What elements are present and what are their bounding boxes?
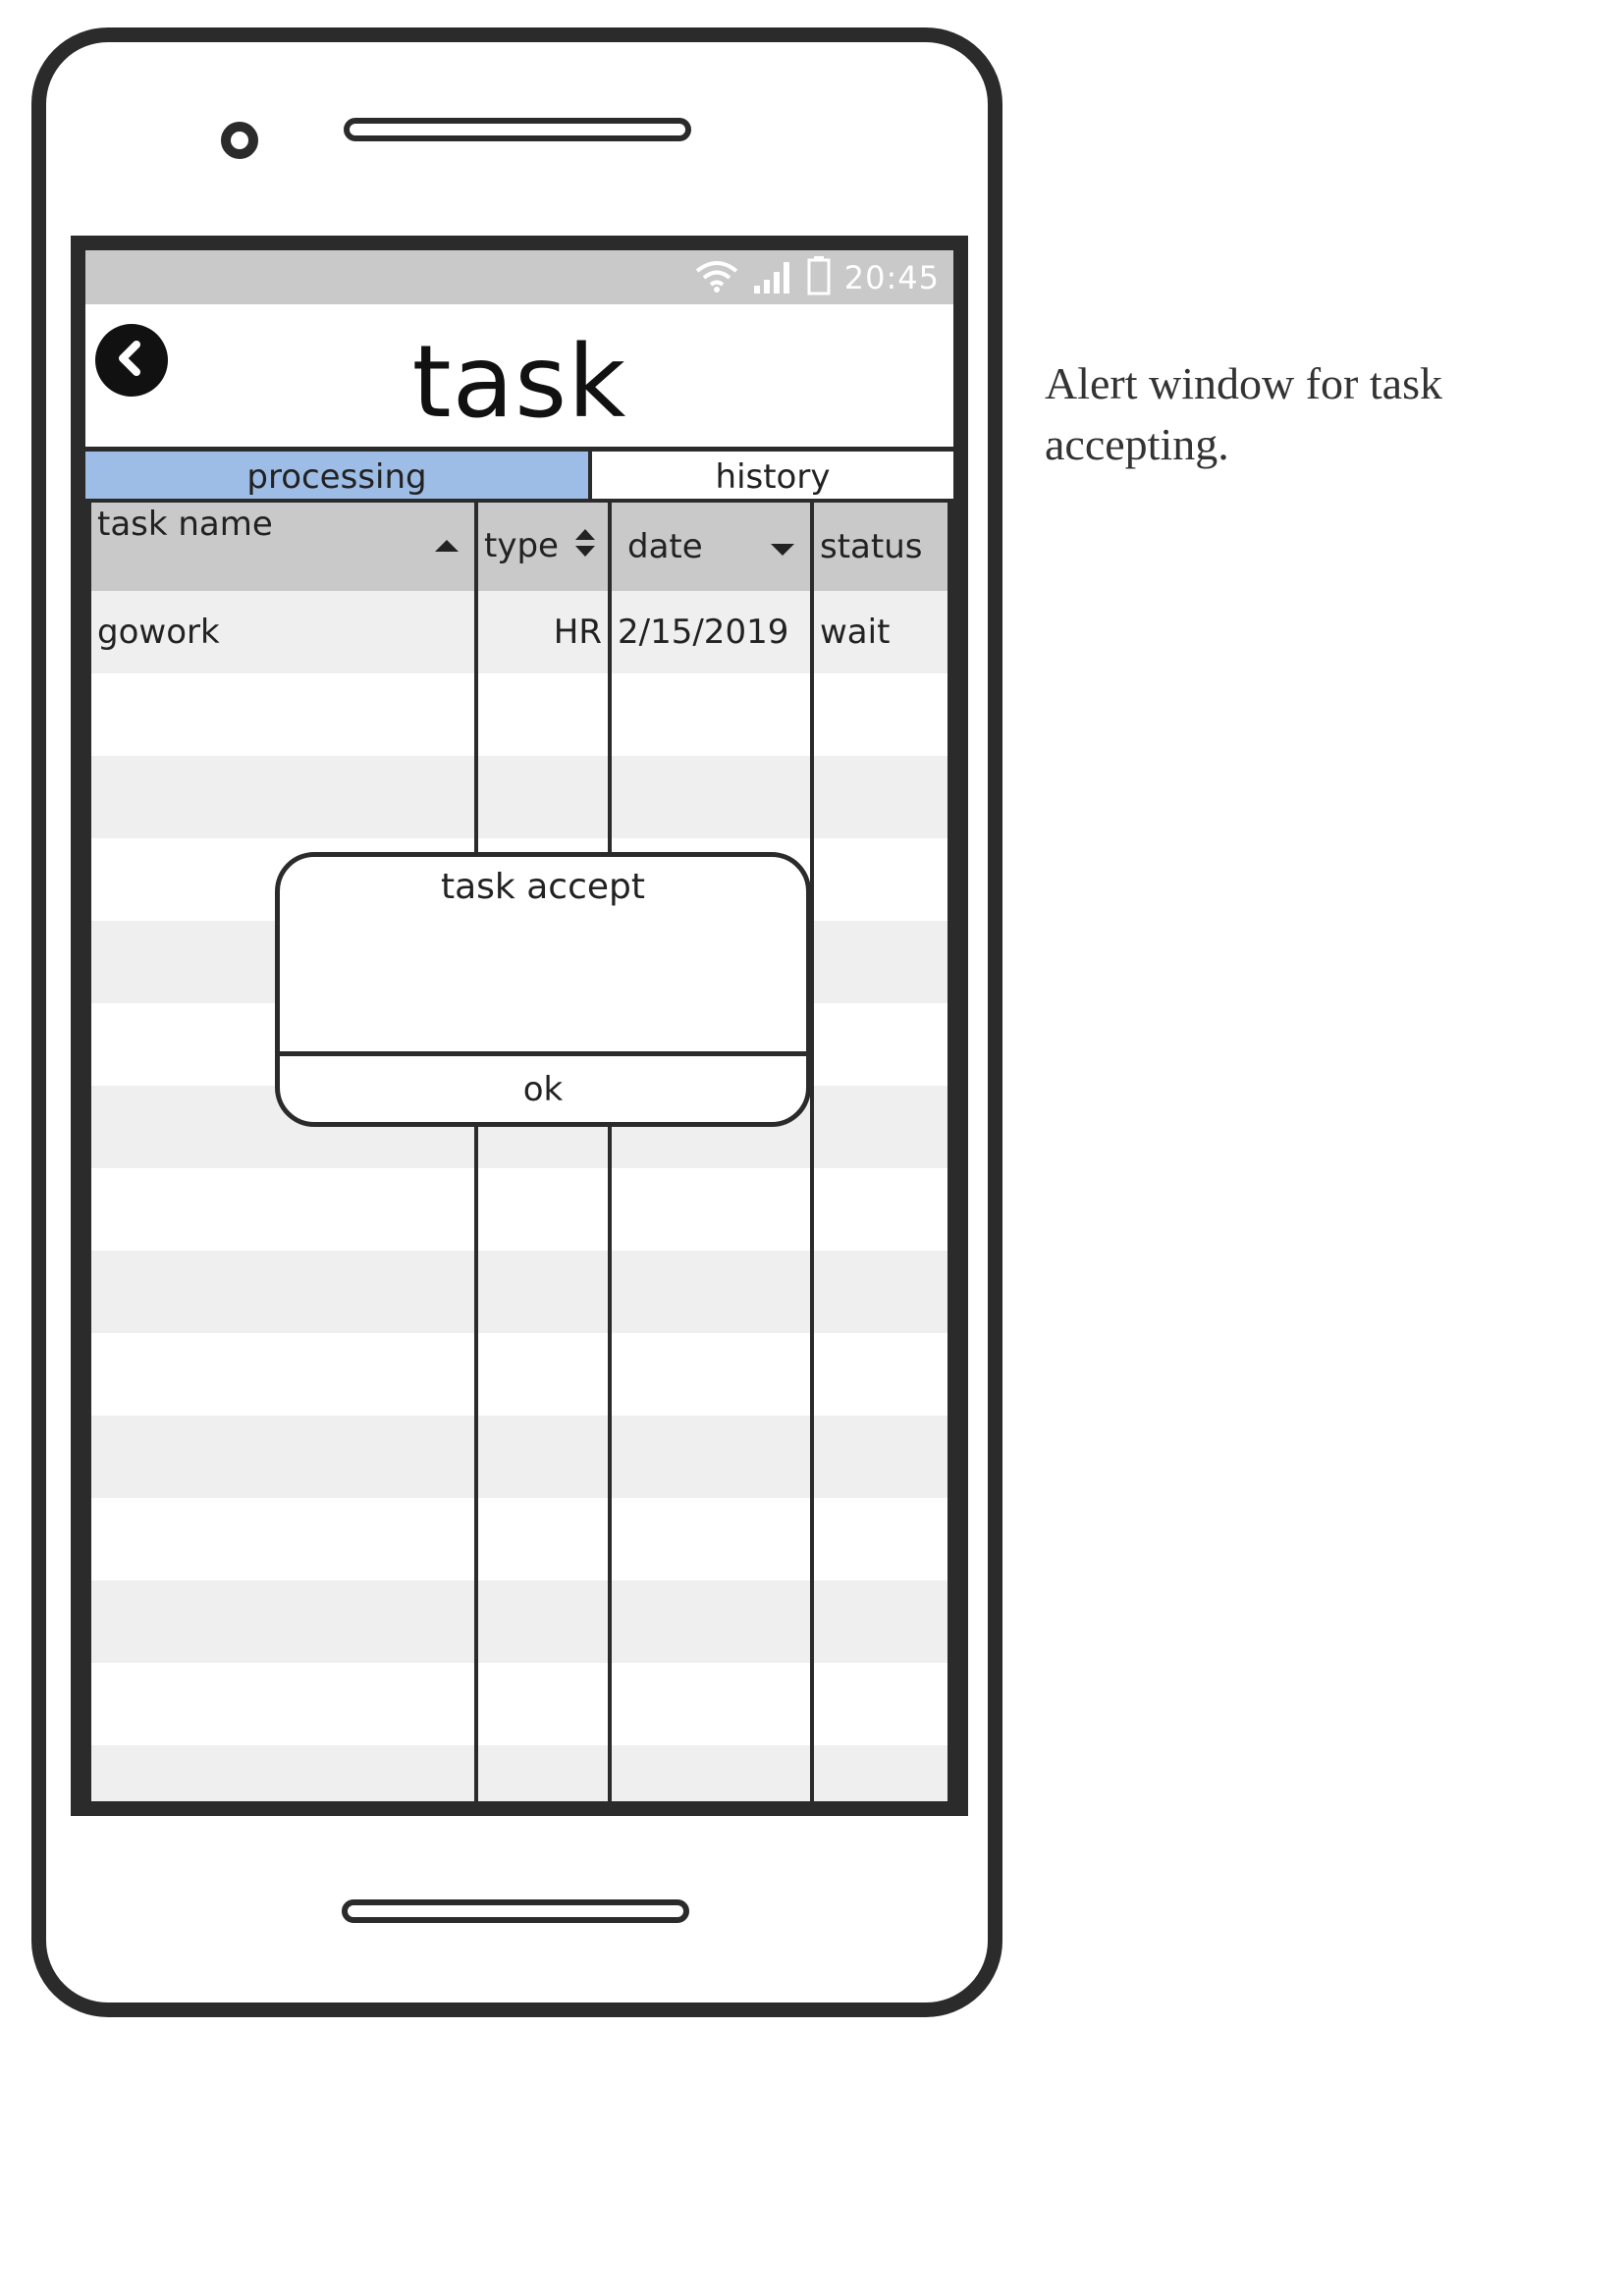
table-cell-empty <box>812 756 947 838</box>
table-cell-empty <box>812 1168 947 1251</box>
table-cell-empty <box>610 1168 814 1251</box>
table-cell-empty <box>812 1498 947 1580</box>
column-header-label: type <box>484 526 559 565</box>
table-cell-empty <box>476 1251 612 1333</box>
page-title: task <box>411 324 627 441</box>
signal-icon <box>752 258 793 297</box>
table-cell-empty <box>610 1580 814 1663</box>
table-cell-empty <box>812 1003 947 1086</box>
column-header-label: date <box>627 527 703 566</box>
cell-task-name: gowork <box>91 591 478 673</box>
table-cell-empty <box>812 921 947 1003</box>
tab-processing[interactable]: processing <box>85 452 592 503</box>
table-row-empty <box>91 1333 947 1415</box>
status-bar: 20:45 <box>85 250 953 304</box>
column-header-task-name[interactable]: task name <box>91 503 478 591</box>
tab-history[interactable]: history <box>592 452 953 503</box>
table-cell-empty <box>610 1415 814 1498</box>
table-cell-empty <box>476 1415 612 1498</box>
table-row-empty <box>91 1498 947 1580</box>
camera-icon <box>221 122 258 159</box>
table-cell-empty <box>610 1745 814 1801</box>
table-cell-empty <box>476 1745 612 1801</box>
table-row-empty <box>91 1745 947 1801</box>
table-cell-empty <box>476 1663 612 1745</box>
battery-icon <box>807 255 831 299</box>
table-cell-empty <box>812 838 947 921</box>
table-header-row: task name type date status <box>91 503 947 591</box>
cell-type: HR <box>476 591 612 673</box>
table-row-empty <box>91 1251 947 1333</box>
table-cell-empty <box>812 1745 947 1801</box>
table-row-empty <box>91 1663 947 1745</box>
cell-status: wait <box>812 591 947 673</box>
sort-ascending-icon <box>435 540 459 552</box>
table-cell-empty <box>610 756 814 838</box>
table-cell-empty <box>812 673 947 756</box>
table-row-empty <box>91 1415 947 1498</box>
table-cell-empty <box>91 1168 478 1251</box>
table-cell-empty <box>812 1251 947 1333</box>
table-cell-empty <box>610 1663 814 1745</box>
table-cell-empty <box>812 1333 947 1415</box>
table-cell-empty <box>610 1251 814 1333</box>
status-time: 20:45 <box>843 258 940 296</box>
column-header-date[interactable]: date <box>610 503 814 591</box>
table-row-empty <box>91 1580 947 1663</box>
table-cell-empty <box>91 673 478 756</box>
table-row[interactable]: gowork HR 2/15/2019 wait <box>91 591 947 673</box>
table-cell-empty <box>476 756 612 838</box>
table-cell-empty <box>610 1498 814 1580</box>
alert-dialog: task accept ok <box>275 852 811 1127</box>
ok-button[interactable]: ok <box>280 1056 806 1122</box>
home-bar <box>342 1899 689 1923</box>
table-cell-empty <box>91 756 478 838</box>
column-header-label: status <box>820 527 923 566</box>
annotation-caption: Alert window for task accepting. <box>1045 358 1442 469</box>
table-row-empty <box>91 673 947 756</box>
table-cell-empty <box>91 1580 478 1663</box>
table-cell-empty <box>812 1580 947 1663</box>
table-cell-empty <box>812 1663 947 1745</box>
table-cell-empty <box>91 1498 478 1580</box>
dialog-title: task accept <box>441 867 645 907</box>
table-cell-empty <box>91 1745 478 1801</box>
table-cell-empty <box>610 1333 814 1415</box>
cell-date: 2/15/2019 <box>610 591 814 673</box>
sort-descending-icon <box>771 544 794 556</box>
table-cell-empty <box>91 1663 478 1745</box>
table-cell-empty <box>476 673 612 756</box>
table-row-empty <box>91 1168 947 1251</box>
speaker-top <box>344 118 691 141</box>
table-row-empty <box>91 756 947 838</box>
column-header-status[interactable]: status <box>812 503 947 591</box>
table-cell-empty <box>91 1333 478 1415</box>
wifi-icon <box>695 259 738 296</box>
table-cell-empty <box>476 1498 612 1580</box>
table-cell-empty <box>91 1251 478 1333</box>
table-cell-empty <box>812 1415 947 1498</box>
table-cell-empty <box>476 1580 612 1663</box>
column-header-label: task name <box>97 505 273 544</box>
table-cell-empty <box>610 673 814 756</box>
task-table: task name type date status gowork HR 2/1… <box>85 503 953 1801</box>
sort-icon <box>573 527 597 567</box>
tab-bar: processing history <box>85 452 953 503</box>
table-cell-empty <box>812 1086 947 1168</box>
table-cell-empty <box>476 1168 612 1251</box>
table-cell-empty <box>476 1333 612 1415</box>
table-cell-empty <box>91 1415 478 1498</box>
app-bar: task <box>85 304 953 452</box>
column-header-type[interactable]: type <box>476 503 612 591</box>
